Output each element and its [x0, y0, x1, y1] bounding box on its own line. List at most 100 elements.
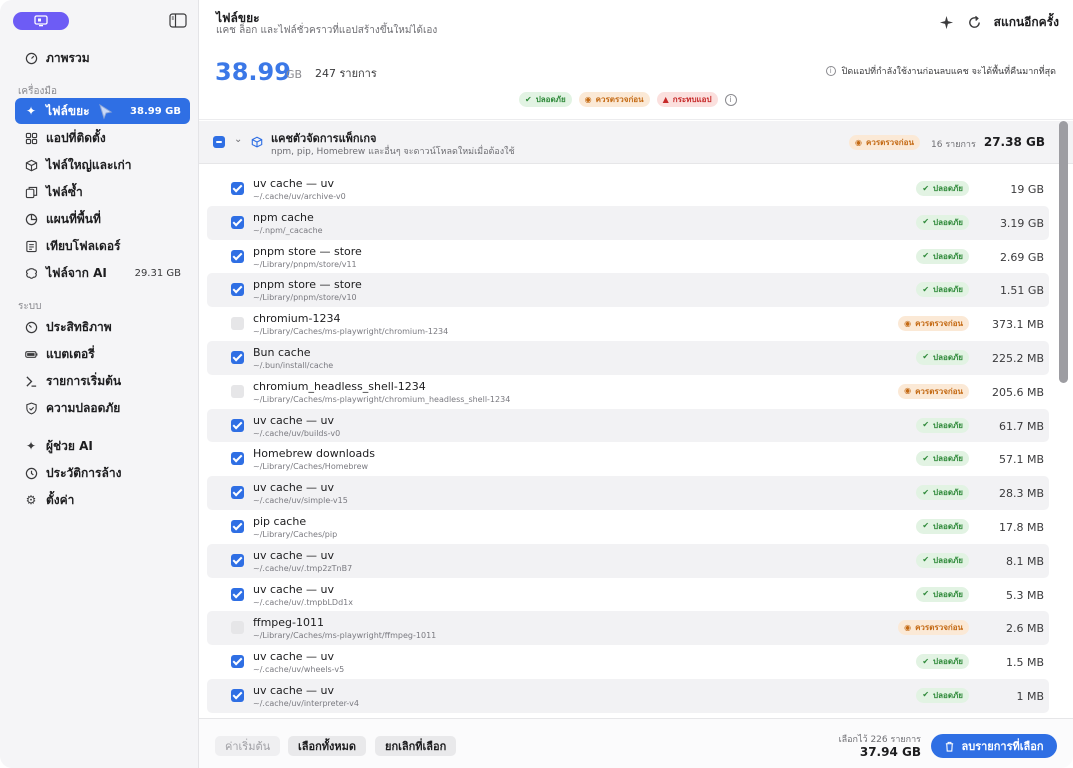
item-checkbox[interactable]	[231, 350, 244, 364]
item-size: 8.1 MB	[1005, 554, 1044, 568]
speedometer-icon	[24, 320, 38, 334]
sidebar-item-overview[interactable]: ภาพรวม	[15, 45, 190, 71]
item-status-label: ปลอดภัย	[933, 285, 963, 295]
sidebar-item-installed-apps[interactable]: แอปที่ติดตั้ง	[15, 125, 190, 151]
sidebar-item-settings[interactable]: ⚙ ตั้งค่า	[15, 487, 190, 513]
item-title: uv cache — uv	[253, 683, 335, 697]
item-title: uv cache — uv	[253, 582, 335, 596]
list-item[interactable]: npm cache ~/.npm/_cacache ✔ ปลอดภัย 3.19 GB	[207, 205, 1049, 240]
sidebar-item-cleanup-history[interactable]: ประวัติการล้าง	[15, 460, 190, 486]
item-checkbox[interactable]	[231, 283, 244, 297]
list-item[interactable]: chromium_headless_shell-1234 ~/Library/Ca…	[207, 375, 1049, 409]
item-checkbox[interactable]	[231, 452, 244, 466]
check-circle-icon: ✔	[922, 420, 930, 430]
refresh-icon	[969, 15, 981, 28]
eye-icon: ◉	[904, 318, 912, 328]
page-subtitle: แคช ล็อก และไฟล์ชั่วคราวที่แอปสร้างขึ้นใ…	[216, 25, 438, 36]
select-all-button[interactable]: เลือกทั้งหมด	[288, 736, 367, 756]
sidebar-item-compare-folders[interactable]: เทียบโฟลเดอร์	[15, 233, 190, 259]
item-status-label: ปลอดภัย	[933, 352, 963, 362]
list-item[interactable]: ffmpeg-1011 ~/Library/Caches/ms-playwrigh…	[207, 611, 1049, 646]
item-checkbox[interactable]	[231, 587, 244, 601]
rescan-button[interactable]	[966, 13, 984, 31]
list-item[interactable]: pnpm store — store ~/Library/pnpm/store/v…	[207, 273, 1049, 308]
total-size-value: 38.99	[215, 58, 291, 86]
item-status-badge: ✔ ปลอดภัย	[916, 417, 969, 433]
list-item[interactable]: uv cache — uv ~/.cache/uv/interpreter-v4 ✔…	[207, 678, 1049, 713]
list-item[interactable]: uv cache — uv ~/.cache/uv/wheels-v5 ✔ ปลอดภ…	[207, 645, 1049, 679]
sidebar-item-battery[interactable]: แบตเตอรี่	[15, 341, 190, 367]
item-checkbox[interactable]	[231, 553, 244, 567]
item-size: 57.1 MB	[998, 453, 1044, 467]
list-item[interactable]: uv cache — uv ~/.cache/uv/.tmp2zTnB7 ✔ ปลอด…	[207, 543, 1049, 578]
item-checkbox[interactable]	[231, 182, 244, 195]
scrollbar-thumb[interactable]	[1059, 121, 1068, 383]
check-circle-icon: ✔	[922, 251, 930, 261]
reset-defaults-button[interactable]: ค่าเริ่มต้น	[215, 736, 281, 756]
sidebar-item-startup[interactable]: รายการเริ่มต้น	[15, 368, 190, 394]
list-item[interactable]: pnpm store — store ~/Library/pnpm/store/v…	[207, 240, 1049, 274]
item-status-badge: ✔ ปลอดภัย	[916, 214, 969, 230]
item-status-label: ปลอดภัย	[933, 690, 963, 700]
group-select-checkbox[interactable]	[213, 136, 225, 148]
item-checkbox[interactable]	[231, 621, 244, 635]
list-item[interactable]: chromium-1234 ~/Library/Caches/ms-playwri…	[207, 307, 1049, 341]
list-item[interactable]: uv cache — uv ~/.cache/uv/simple-v15 ✔ ปลอด…	[207, 476, 1049, 510]
ai-sparkle-button[interactable]	[938, 13, 956, 31]
sidebar-toggle-icon[interactable]	[169, 13, 187, 28]
selected-count: เลือกไว้ 226 รายการ	[838, 735, 921, 745]
list-item[interactable]: pip cache ~/Library/Caches/pip ✔ ปลอดภัย 17.…	[207, 510, 1049, 544]
item-status-label: ปลอดภัย	[933, 488, 963, 498]
list-item[interactable]: Bun cache ~/.bun/install/cache ✔ ปลอดภัย 225…	[207, 340, 1049, 375]
sidebar-item-size: 38.99 GB	[130, 105, 181, 117]
sidebar-item-label: ความปลอดภัย	[46, 400, 121, 415]
item-size: 205.6 MB	[991, 385, 1044, 399]
item-checkbox[interactable]	[231, 418, 244, 432]
item-status-label: ปลอดภัย	[933, 251, 963, 261]
legend-info-icon[interactable]: i	[724, 93, 737, 106]
sidebar-section-tools: เครื่องมือ	[18, 86, 57, 97]
deselect-button[interactable]: ยกเลิกที่เลือก	[375, 736, 457, 756]
item-path: ~/Library/pnpm/store/v11	[253, 259, 357, 269]
sidebar-item-size: 29.31 GB	[134, 267, 181, 279]
legend-danger-label: กระทบแอป	[672, 95, 712, 104]
list-item[interactable]: uv cache — uv ~/.cache/uv/archive-v0 ✔ ปลอด…	[207, 172, 1049, 206]
check-circle-icon: ✔	[922, 352, 930, 362]
box-icon	[24, 158, 38, 172]
sidebar-item-space-map[interactable]: แผนที่พื้นที่	[15, 206, 190, 232]
item-title: pip cache	[253, 514, 307, 528]
list-item[interactable]: uv cache — uv ~/.cache/uv/.tmpbLDd1x ✔ ปลอด…	[207, 578, 1049, 612]
sidebar-item-security[interactable]: ความปลอดภัย	[15, 395, 190, 421]
item-checkbox[interactable]	[231, 486, 244, 500]
sidebar-item-performance[interactable]: ประสิทธิภาพ	[15, 314, 190, 340]
item-checkbox[interactable]	[231, 688, 244, 702]
cleanup-hint-text: ปิดแอปที่กำลังใช้งานก่อนลบแคช จะได้พื้นท…	[841, 67, 1056, 77]
package-box-icon	[251, 136, 263, 148]
sidebar-item-ai-files[interactable]: ไฟล์จาก AI 29.31 GB	[15, 260, 190, 286]
item-path: ~/.bun/install/cache	[253, 360, 334, 370]
item-size: 225.2 MB	[991, 351, 1044, 365]
item-checkbox[interactable]	[231, 655, 244, 669]
delete-selected-label: ลบรายการที่เลือก	[961, 740, 1044, 753]
item-status-badge: ✔ ปลอดภัย	[916, 586, 969, 602]
selected-size: 37.94 GB	[859, 745, 921, 759]
sidebar-item-duplicates[interactable]: ไฟล์ซ้ำ	[15, 179, 190, 205]
delete-selected-button[interactable]: ลบรายการที่เลือก	[931, 734, 1057, 758]
item-size: 1.5 MB	[1005, 656, 1044, 670]
rescan-label[interactable]: สแกนอีกครั้ง	[994, 13, 1059, 32]
group-status-label: ควรตรวจก่อน	[865, 138, 914, 147]
item-checkbox[interactable]	[231, 249, 244, 263]
sidebar-item-label: ไฟล์ใหญ่และเก่า	[46, 157, 132, 172]
sidebar-item-large-old-files[interactable]: ไฟล์ใหญ่และเก่า	[15, 152, 190, 178]
item-checkbox[interactable]	[231, 519, 244, 533]
package-manager-cache-group[interactable]: ⌄ แคชตัวจัดการแพ็กเกจ npm, pip, Homebrew…	[199, 121, 1073, 164]
item-title: chromium_headless_shell-1234	[253, 379, 426, 393]
chevron-down-icon[interactable]: ⌄	[234, 134, 242, 145]
item-checkbox[interactable]	[231, 384, 244, 398]
list-item[interactable]: uv cache — uv ~/.cache/uv/builds-v0 ✔ ปลอดภ…	[207, 408, 1049, 443]
list-item[interactable]: Homebrew downloads ~/Library/Caches/Homeb…	[207, 442, 1049, 476]
item-checkbox[interactable]	[231, 317, 244, 331]
sidebar-item-ai-assistant[interactable]: ✦ ผู้ช่วย AI	[15, 433, 190, 459]
item-checkbox[interactable]	[231, 215, 244, 229]
app-badge-button[interactable]	[13, 12, 69, 30]
